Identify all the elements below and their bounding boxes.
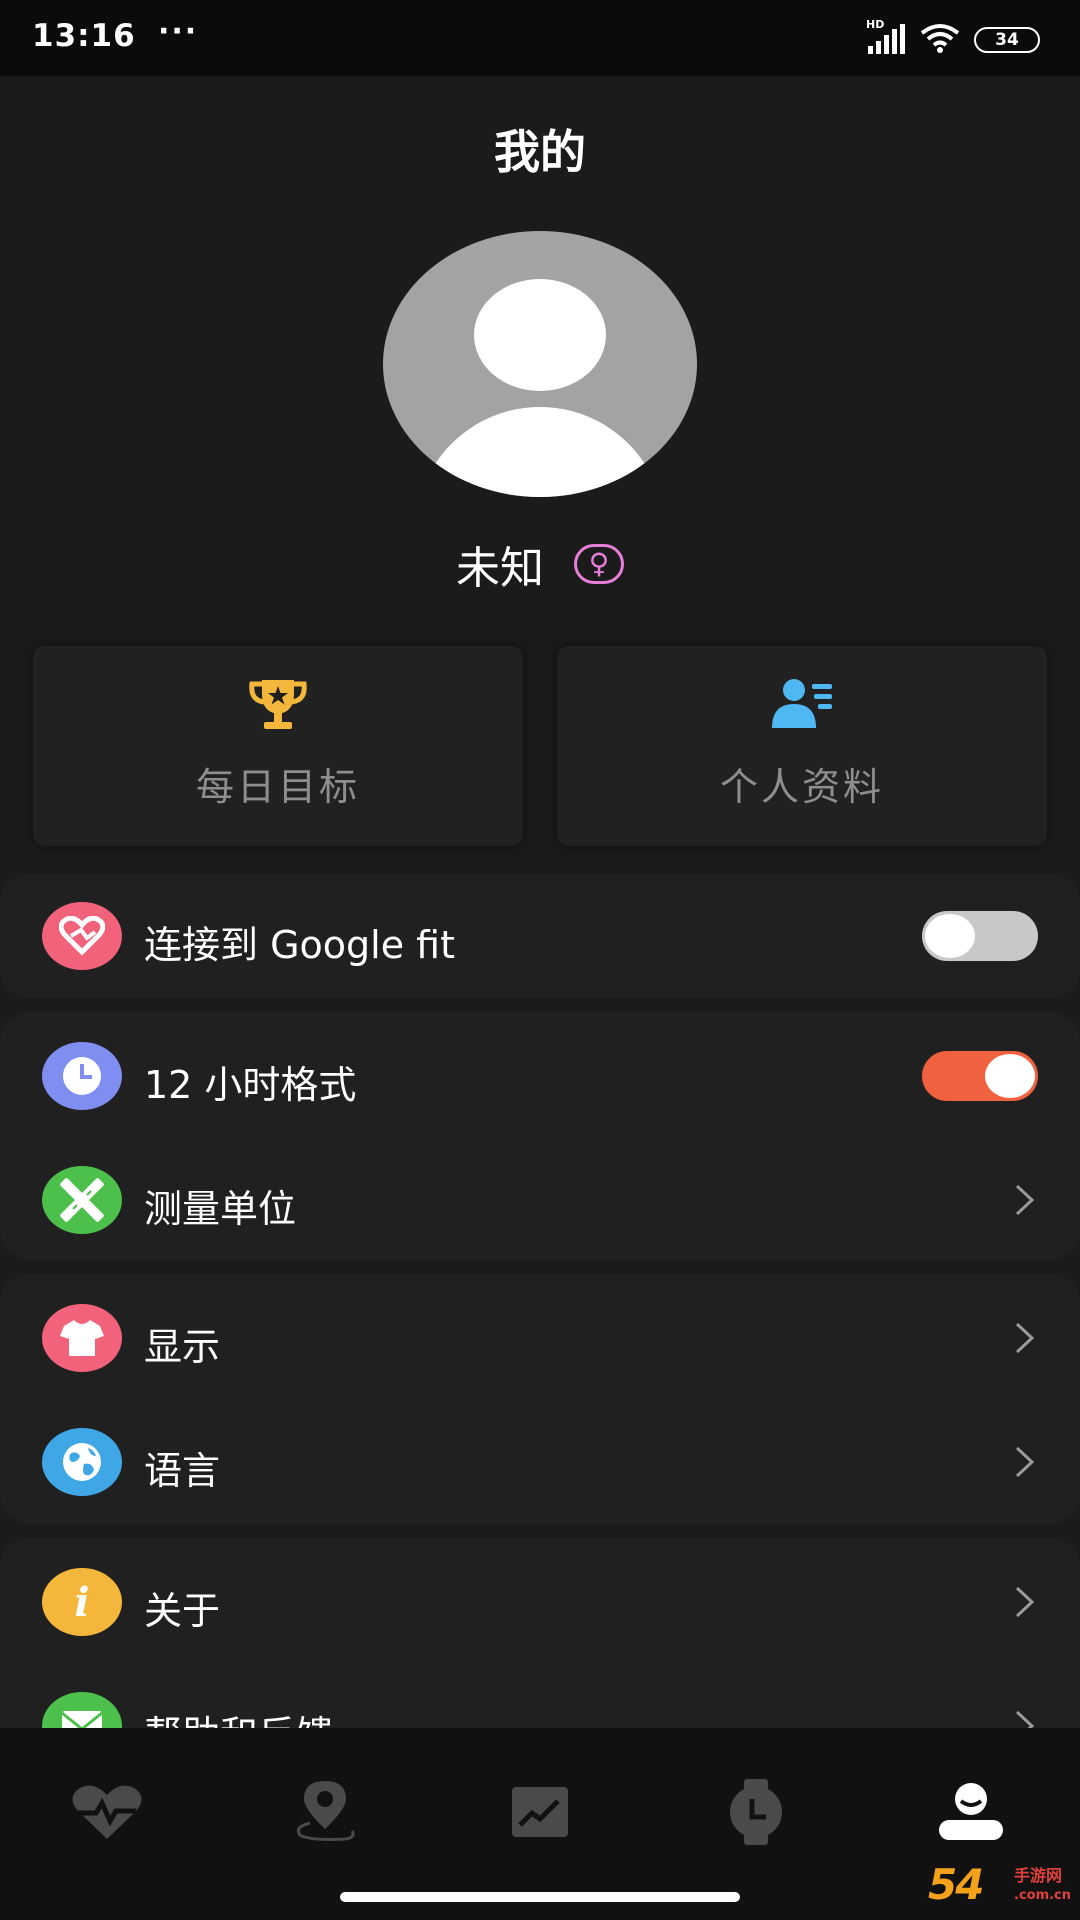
about-label: 关于 — [144, 1589, 221, 1633]
google-fit-toggle[interactable] — [922, 911, 1038, 961]
status-time: 13:16 — [32, 18, 136, 54]
bottom-navigation — [0, 1728, 1080, 1920]
display-label: 显示 — [144, 1325, 221, 1369]
clock-icon — [42, 1042, 122, 1110]
wifi-icon — [920, 23, 960, 57]
watch-icon — [728, 1779, 784, 1849]
help-feedback-label: 帮助和反馈 — [144, 1704, 334, 1728]
nav-profile[interactable] — [916, 1774, 1026, 1854]
globe-icon — [42, 1428, 122, 1496]
status-bar: 13:16 ··· HD 34 — [0, 0, 1080, 76]
units-row[interactable]: 测量单位 — [0, 1140, 1080, 1260]
display-row[interactable]: 显示 — [0, 1278, 1080, 1398]
watermark-number: 54 — [928, 1860, 984, 1909]
about-row[interactable]: i 关于 — [0, 1542, 1080, 1662]
chevron-right-icon — [1015, 1184, 1035, 1216]
nav-trend[interactable] — [485, 1774, 595, 1854]
chevron-right-icon — [1015, 1322, 1035, 1354]
home-indicator[interactable] — [340, 1892, 740, 1902]
personal-info-card[interactable]: 个人资料 — [557, 646, 1047, 846]
profile-page: 我的 未知 ♀ 每日目标 个人资料 连接到 Google fit 12 小时格式… — [0, 76, 1080, 1728]
info-icon: i — [42, 1568, 122, 1636]
google-fit-row[interactable]: 连接到 Google fit — [0, 876, 1080, 996]
toggle-knob — [985, 1054, 1035, 1098]
user-info: 未知 ♀ — [0, 532, 1080, 596]
signal-icon: HD — [866, 18, 906, 56]
hour-format-toggle[interactable] — [922, 1051, 1038, 1101]
avatar-body-shape — [415, 407, 665, 497]
profile-card-icon — [770, 676, 834, 736]
location-icon — [290, 1779, 360, 1849]
female-gender-icon: ♀ — [574, 544, 624, 584]
toggle-knob — [925, 914, 975, 958]
display-section: 显示 语言 — [0, 1274, 1080, 1524]
mail-icon — [42, 1692, 122, 1728]
nav-heart-rate[interactable] — [52, 1774, 162, 1854]
chevron-right-icon — [1015, 1586, 1035, 1618]
profile-icon — [937, 1782, 1005, 1846]
about-section: i 关于 帮助和反馈 — [0, 1538, 1080, 1728]
ruler-pencil-icon — [42, 1166, 122, 1234]
language-row[interactable]: 语言 — [0, 1402, 1080, 1522]
units-label: 测量单位 — [144, 1187, 297, 1231]
watermark-logo: 54 手游网 .com.cn — [928, 1860, 1072, 1912]
status-icons: HD 34 — [866, 18, 1040, 58]
format-section: 12 小时格式 测量单位 — [0, 1012, 1080, 1260]
battery-indicator: 34 — [974, 27, 1040, 53]
nav-location[interactable] — [270, 1774, 380, 1854]
chevron-right-icon — [1015, 1710, 1035, 1728]
user-name: 未知 — [456, 543, 544, 594]
google-fit-label: 连接到 Google fit — [144, 923, 455, 967]
daily-goal-card[interactable]: 每日目标 — [33, 646, 523, 846]
language-label: 语言 — [144, 1449, 221, 1493]
nav-watch[interactable] — [701, 1774, 811, 1854]
heart-link-icon — [42, 902, 122, 970]
personal-info-label: 个人资料 — [719, 765, 884, 809]
chevron-right-icon — [1015, 1446, 1035, 1478]
notification-dots: ··· — [158, 14, 199, 49]
watermark-text: 手游网 — [1014, 1866, 1063, 1885]
hour-format-label: 12 小时格式 — [144, 1063, 357, 1107]
google-fit-section: 连接到 Google fit — [0, 874, 1080, 998]
help-feedback-row[interactable]: 帮助和反馈 — [0, 1666, 1080, 1728]
avatar-head-shape — [474, 279, 606, 391]
trend-chart-icon — [510, 1785, 570, 1843]
daily-goal-label: 每日目标 — [195, 765, 360, 809]
avatar[interactable] — [383, 231, 697, 497]
heart-rate-icon — [70, 1783, 144, 1845]
hour-format-row[interactable]: 12 小时格式 — [0, 1016, 1080, 1136]
watermark-url: .com.cn — [1014, 1888, 1072, 1903]
tshirt-icon — [42, 1304, 122, 1372]
page-title: 我的 — [494, 125, 586, 179]
trophy-icon — [246, 676, 310, 736]
